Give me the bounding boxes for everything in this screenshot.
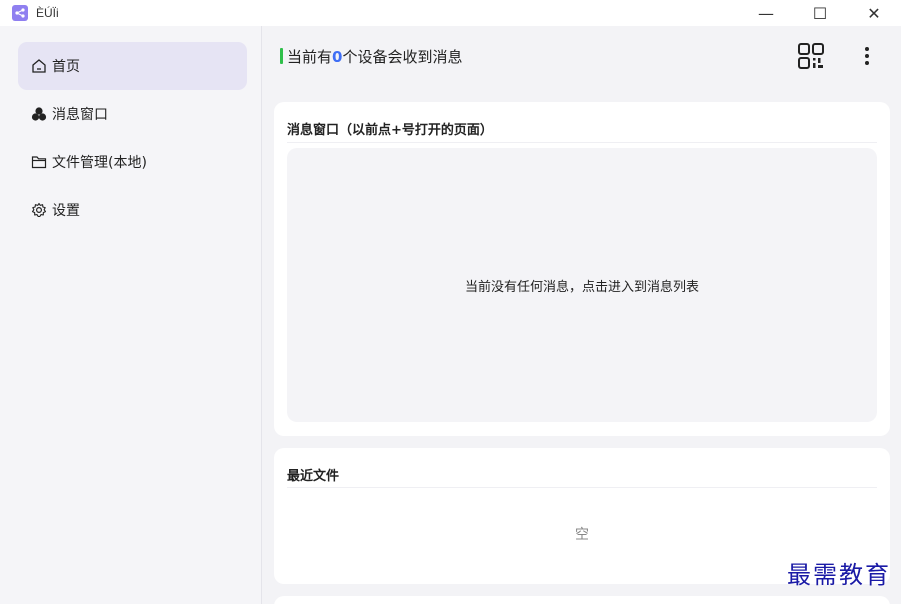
sidebar-item-files[interactable]: 文件管理(本地) bbox=[18, 138, 247, 186]
card-divider bbox=[287, 487, 877, 488]
title-bar: ÈÚÏi — ☐ ✕ bbox=[0, 0, 901, 26]
sidebar-item-home[interactable]: 首页 bbox=[18, 42, 247, 90]
maximize-button[interactable]: ☐ bbox=[793, 0, 847, 26]
close-button[interactable]: ✕ bbox=[847, 0, 901, 26]
qr-code-button[interactable] bbox=[795, 40, 827, 72]
folder-icon bbox=[30, 153, 48, 171]
card-divider bbox=[287, 142, 877, 143]
card-title: 消息窗口（以前点+号打开的页面） bbox=[287, 123, 493, 138]
sidebar: 首页 消息窗口 文件管理(本地) 设置 bbox=[0, 26, 262, 604]
app-icon bbox=[12, 5, 28, 21]
sidebar-item-label: 文件管理(本地) bbox=[52, 155, 147, 171]
device-count: 0 bbox=[332, 47, 343, 66]
watermark: 最需教育 bbox=[787, 561, 891, 589]
sidebar-item-settings[interactable]: 设置 bbox=[18, 186, 247, 234]
empty-message-text: 当前没有任何消息，点击进入到消息列表 bbox=[464, 279, 699, 295]
message-window-card: 消息窗口（以前点+号打开的页面） 当前没有任何消息，点击进入到消息列表 bbox=[274, 102, 890, 436]
sidebar-item-label: 消息窗口 bbox=[52, 107, 108, 123]
messages-icon bbox=[30, 105, 48, 123]
window-controls: — ☐ ✕ bbox=[739, 0, 901, 26]
minimize-button[interactable]: — bbox=[739, 0, 793, 26]
sidebar-item-messages[interactable]: 消息窗口 bbox=[18, 90, 247, 138]
main-content: 当前有 0 个设备会收到消息 消息窗口（以前点+号打开的页面） 当前没有任何消息… bbox=[263, 26, 901, 604]
qr-code-icon bbox=[798, 43, 824, 69]
card-title: 最近文件 bbox=[287, 469, 340, 484]
more-options-button[interactable] bbox=[855, 40, 879, 72]
empty-files-text: 空 bbox=[575, 527, 589, 543]
gear-icon bbox=[30, 201, 48, 219]
device-status-bar: 当前有 0 个设备会收到消息 bbox=[263, 26, 901, 88]
status-suffix: 个设备会收到消息 bbox=[342, 48, 463, 66]
sidebar-item-label: 设置 bbox=[52, 203, 80, 219]
window-title: ÈÚÏi bbox=[36, 6, 59, 20]
message-empty-panel[interactable]: 当前没有任何消息，点击进入到消息列表 bbox=[287, 148, 877, 422]
status-indicator bbox=[280, 48, 283, 64]
status-prefix: 当前有 bbox=[287, 48, 333, 66]
next-card bbox=[274, 596, 890, 604]
device-status-text: 当前有 0 个设备会收到消息 bbox=[287, 46, 462, 67]
home-icon bbox=[30, 57, 48, 75]
more-vertical-icon bbox=[865, 47, 869, 65]
sidebar-item-label: 首页 bbox=[52, 59, 80, 75]
